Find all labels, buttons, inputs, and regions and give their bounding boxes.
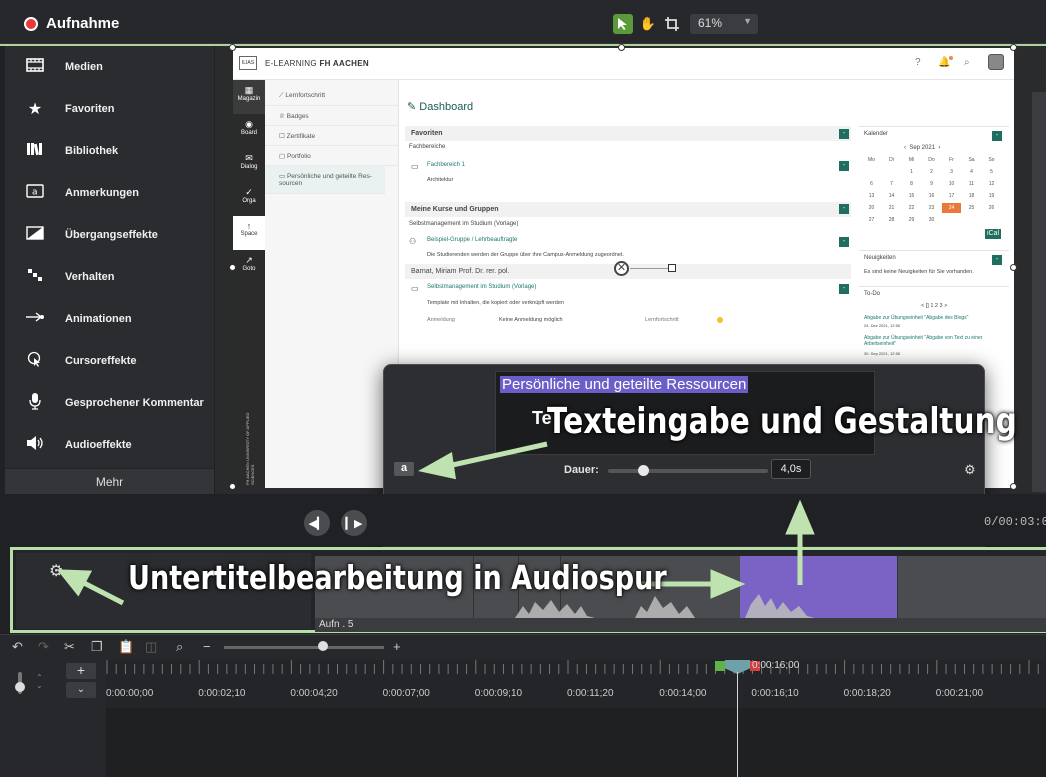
chevron-down-icon[interactable]: ⌄ bbox=[66, 682, 96, 698]
annotation-caption-editing: Untertitelbearbeitung in Audiospur bbox=[128, 558, 667, 597]
ruler-label: 0:00:11;20 bbox=[567, 688, 614, 699]
ruler-label: 0:00:16;10 bbox=[751, 688, 799, 699]
ruler-label: 0:00:02;10 bbox=[198, 688, 246, 699]
timeline-zoom-knob[interactable] bbox=[318, 641, 328, 651]
paste-icon[interactable]: 📋 bbox=[118, 639, 134, 655]
copy-icon[interactable]: ❐ bbox=[91, 639, 103, 655]
ruler-label: 0:00:04;20 bbox=[290, 688, 338, 699]
ruler-label: 0:00:18;20 bbox=[843, 688, 891, 699]
redo-icon[interactable]: ↷ bbox=[38, 639, 49, 655]
add-track-icon[interactable]: + bbox=[66, 663, 96, 679]
timeline-ruler[interactable] bbox=[106, 660, 1046, 708]
undo-icon[interactable]: ↶ bbox=[12, 639, 23, 655]
ruler-label: 0:00:00;00 bbox=[106, 688, 154, 699]
playhead-line bbox=[737, 672, 738, 777]
ruler-label: 0:00:07;00 bbox=[382, 688, 430, 699]
ruler-label: 0:00:21;00 bbox=[935, 688, 984, 699]
ruler-label: 0:00:14;00 bbox=[659, 688, 707, 699]
ruler-ticks bbox=[106, 660, 1039, 674]
split-icon[interactable]: ◫ bbox=[145, 639, 157, 655]
track-height-knob[interactable] bbox=[15, 682, 25, 692]
timeline-tracks bbox=[106, 708, 1046, 777]
zoom-in-icon[interactable]: + bbox=[393, 639, 401, 654]
cut-icon[interactable]: ✂ bbox=[64, 639, 75, 655]
zoom-search-icon[interactable]: ⌕ bbox=[176, 639, 183, 655]
selection-start-marker[interactable] bbox=[715, 661, 725, 671]
playhead-time: 0:00:16;00 bbox=[752, 660, 800, 671]
zoom-out-icon[interactable]: − bbox=[203, 639, 211, 654]
timeline-zoom-slider[interactable] bbox=[224, 646, 384, 649]
expand-icon[interactable]: ⌃ ⌄ bbox=[36, 674, 43, 690]
timeline-track-headers: + ⌄ ⌃ ⌄ bbox=[0, 660, 106, 777]
annotation-text-input: Texteingabe und Gestaltung bbox=[547, 401, 1017, 442]
ruler-label: 0:00:09;10 bbox=[474, 688, 523, 699]
